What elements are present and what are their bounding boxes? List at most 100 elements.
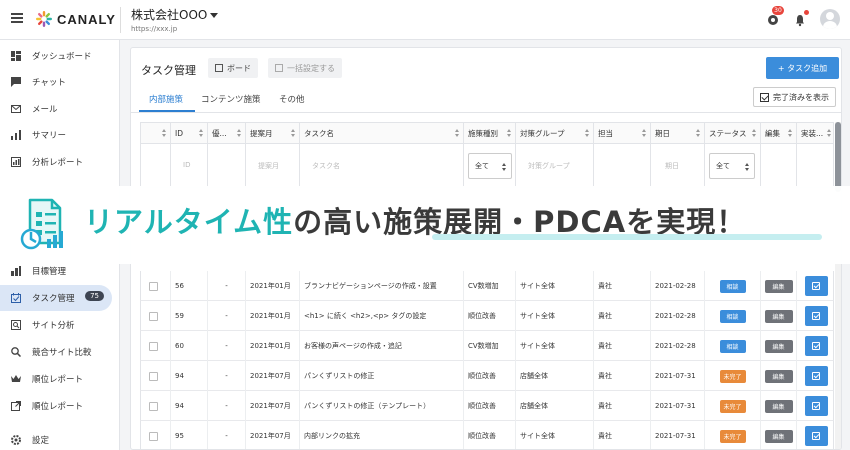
task-icon	[11, 293, 21, 303]
filter-group[interactable]: 対策グループ	[516, 144, 594, 187]
sort-icon	[237, 129, 242, 137]
sidebar-item-task[interactable]: タスク管理 75	[0, 285, 112, 311]
status-badge[interactable]: 相談	[719, 279, 746, 293]
th-select[interactable]	[141, 123, 171, 143]
edit-button[interactable]: 編集	[764, 429, 793, 443]
status-badge[interactable]: 未完了	[719, 369, 746, 383]
filter-cell: 全て	[464, 144, 516, 187]
filter-status-select[interactable]: 全て	[709, 153, 755, 179]
edit-button[interactable]: 編集	[764, 309, 793, 323]
table-row[interactable]: 94-2021年07月 パンくずリストの修正 順位改善 店舗全体 貴社 2021-07-3…	[140, 361, 834, 391]
row-checkbox[interactable]	[149, 341, 158, 351]
sidebar-item-rank-report[interactable]: 順位レポート	[0, 366, 120, 392]
edit-button[interactable]: 編集	[764, 339, 793, 353]
bell-alert-dot	[804, 10, 809, 15]
checkbox-icon	[760, 92, 769, 102]
table-row[interactable]: 59-2021年01月 <h1> に続く <h2>,<p> タグの設定 順位改善 サイ…	[140, 301, 834, 331]
filter-cell	[594, 144, 651, 187]
sort-icon	[827, 129, 832, 137]
cell-act	[797, 301, 835, 331]
row-checkbox[interactable]	[149, 311, 158, 321]
th-due[interactable]: 期日	[651, 123, 705, 143]
cell-task: パンくずリストの修正	[300, 361, 464, 391]
implement-button[interactable]	[804, 336, 828, 356]
th-owner[interactable]: 担当	[594, 123, 651, 143]
implement-button[interactable]	[804, 276, 828, 296]
tab-other[interactable]: その他	[279, 93, 305, 105]
show-done-toggle[interactable]: 完了済みを表示	[753, 87, 836, 107]
sidebar-item-label: メール	[32, 105, 58, 115]
filter-id[interactable]: ID	[171, 144, 208, 187]
status-badge[interactable]: 未完了	[719, 429, 746, 443]
table-scrollbar[interactable]	[835, 122, 841, 449]
filter-task[interactable]: タスク名	[300, 144, 464, 187]
table-row[interactable]: 95-2021年07月 内部リンクの拡充 順位改善 サイト全体 貴社 2021-07-31…	[140, 421, 835, 449]
table-row[interactable]: 56-2021年01月 ブランナビゲーションページの作成・設置 CV数増加 サイト全体…	[140, 271, 834, 301]
cell-cb	[141, 391, 171, 421]
cell-owner: 貴社	[594, 301, 651, 331]
th-task[interactable]: タスク名	[300, 123, 464, 143]
status-badge[interactable]: 相談	[719, 309, 746, 323]
bulk-settings-button[interactable]: 一括設定する	[268, 58, 342, 78]
th-group[interactable]: 対策グループ	[516, 123, 594, 143]
row-checkbox[interactable]	[149, 401, 158, 411]
row-checkbox[interactable]	[149, 371, 158, 381]
cell-due: 2021-02-28	[651, 331, 705, 361]
logo[interactable]: CANALY	[35, 10, 116, 28]
tab-internal[interactable]: 内部施策	[149, 93, 183, 105]
sidebar-item-label: 順位レポート	[32, 375, 84, 385]
tab-content[interactable]: コンテンツ施策	[201, 93, 261, 105]
filter-due[interactable]: 期日	[651, 144, 705, 187]
bulk-icon	[275, 64, 283, 72]
row-checkbox[interactable]	[149, 281, 158, 291]
filter-type-select[interactable]: 全て	[468, 153, 512, 179]
th-label: 優...	[212, 128, 227, 138]
scroll-thumb[interactable]	[835, 122, 841, 192]
th-month[interactable]: 提案月	[246, 123, 300, 143]
cell-act	[797, 421, 835, 449]
th-edit[interactable]: 編集	[761, 123, 797, 143]
menu-icon[interactable]	[11, 13, 23, 23]
th-impl[interactable]: 実装...	[797, 123, 835, 143]
status-badge[interactable]: 相談	[719, 339, 746, 353]
sidebar-item-summary[interactable]: サマリー	[0, 122, 120, 148]
th-type[interactable]: 施策種別	[464, 123, 516, 143]
implement-button[interactable]	[804, 396, 828, 416]
add-task-button[interactable]: + タスク追加	[766, 57, 839, 79]
sidebar-item-rank-report-external[interactable]: 順位レポート	[0, 393, 120, 419]
edit-button[interactable]: 編集	[764, 399, 793, 413]
board-label: ボード	[227, 63, 251, 73]
sidebar-item-site-analysis[interactable]: サイト分析	[0, 312, 120, 338]
sidebar-item-dashboard[interactable]: ダッシュボード	[0, 43, 120, 69]
sidebar-item-chat[interactable]: チャット	[0, 69, 120, 95]
edit-button[interactable]: 編集	[764, 369, 793, 383]
cell-id: 56	[171, 271, 208, 301]
edit-button[interactable]: 編集	[764, 279, 793, 293]
avatar[interactable]	[820, 9, 840, 29]
table-row[interactable]: 94-2021年07月 パンくずリストの修正（テンプレート） 順位改善 店舗全体 貴社 2…	[140, 391, 834, 421]
implement-button[interactable]	[804, 426, 828, 446]
board-button[interactable]: ボード	[208, 58, 258, 78]
table-header: ID 優... 提案月 タスク名 施策種別 対策グループ 担当 期日 ステータス…	[140, 122, 834, 144]
sidebar-item-mail[interactable]: メール	[0, 96, 120, 122]
th-status[interactable]: ステータス	[705, 123, 761, 143]
cell-type: 順位改善	[464, 421, 516, 449]
filter-month[interactable]: 提案月	[246, 144, 300, 187]
sidebar-item-analysis-report[interactable]: 分析レポート	[0, 149, 120, 175]
company-name: 株式会社OOO	[131, 8, 208, 22]
cell-due: 2021-07-31	[651, 361, 705, 391]
sidebar-item-settings[interactable]: 設定	[0, 427, 120, 450]
th-priority[interactable]: 優...	[208, 123, 246, 143]
company-switcher[interactable]: 株式会社OOO	[131, 6, 219, 23]
status-badge[interactable]: 未完了	[719, 399, 746, 413]
row-checkbox[interactable]	[149, 431, 158, 441]
sidebar-item-competitor[interactable]: 競合サイト比較	[0, 339, 120, 365]
cell-status: 相談	[705, 271, 761, 301]
notification-gear-button[interactable]: 30	[766, 6, 784, 26]
th-id[interactable]: ID	[171, 123, 208, 143]
implement-button[interactable]	[804, 306, 828, 326]
th-label: 担当	[598, 128, 613, 138]
table-row[interactable]: 60-2021年01月 お客様の声ページの作成・追記 CV数増加 サイト全体 貴社 202…	[140, 331, 834, 361]
implement-button[interactable]	[804, 366, 828, 386]
bell-button[interactable]	[793, 10, 809, 27]
